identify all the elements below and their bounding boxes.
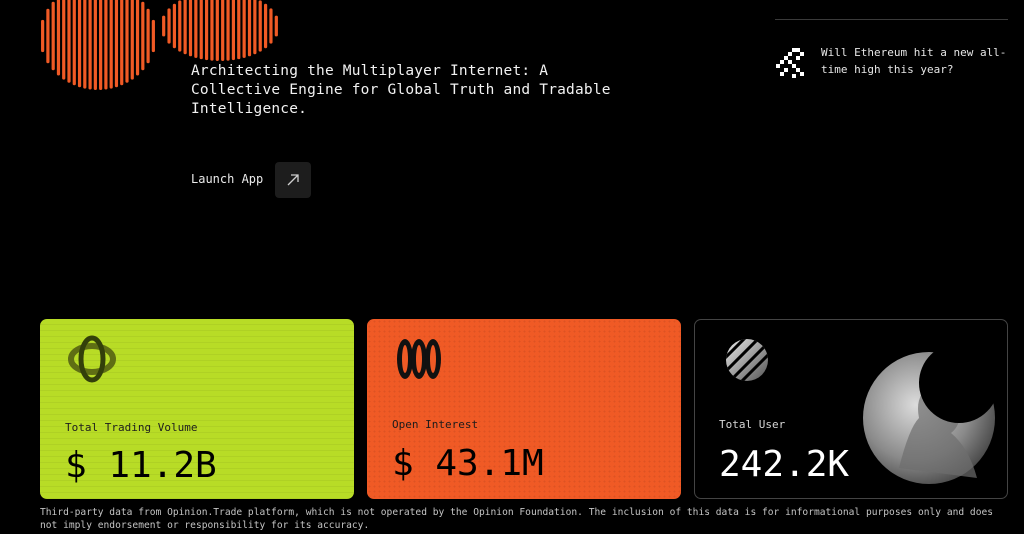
promo-divider [775,19,1008,20]
wave-bar [188,0,193,57]
triple-pill-icon [397,339,441,379]
wave-bar [151,19,155,53]
wave-bar [231,0,236,61]
portrait-image [863,343,999,484]
wave-bar [88,0,92,90]
wave-bar [83,0,87,89]
stat-card-total-user: Total User 242.2K [694,319,1008,499]
wave-bar [141,1,145,71]
wave-bar [67,0,71,83]
wave-bar [253,0,257,55]
wave-bar [167,8,171,44]
wave-bar [237,0,241,60]
hero-title: Architecting the Multiplayer Internet: A… [191,63,611,117]
wave-bar [77,0,82,88]
wave-bar [46,8,50,64]
wave-bar [269,8,273,44]
wave-bar [41,19,45,53]
wave-bar [99,0,103,90]
orbit-ring-icon [68,335,116,383]
wave-bar [263,3,268,49]
stat-card-open-interest: Open Interest $ 43.1M [367,319,681,499]
wave-bar [194,0,198,58]
launch-app-button[interactable] [275,162,311,198]
wave-bar [72,0,76,86]
wave-bar [104,0,108,90]
wave-bar [204,0,209,61]
wave-bar [226,0,230,61]
launch-app-link[interactable]: Launch App [191,172,263,186]
wave-bar [274,15,278,37]
wave-bar [242,0,246,58]
wave-bar [258,0,262,52]
wave-bar [172,3,177,49]
stat-label: Total Trading Volume [65,421,198,434]
wave-bar [178,0,182,52]
arrow-up-right-icon [287,174,299,186]
wave-bar [221,0,225,61]
wave-bar [120,0,124,86]
wave-bar [114,0,119,88]
wave-bar [56,0,61,76]
wave-bar [183,0,187,55]
wave-bar [135,0,140,76]
wave-bar [210,0,214,61]
wave-bar [146,8,150,64]
stat-value: $ 43.1M [392,443,544,484]
wave-bar [162,15,166,37]
striped-sphere-icon [726,339,768,381]
wave-bar [51,1,55,71]
wave-bar [215,0,219,61]
wave-bar [109,0,113,89]
wave-bar [199,0,203,60]
stat-label: Total User [719,418,786,431]
stat-card-trading-volume: Total Trading Volume $ 11.2B [40,319,354,499]
wave-bar [247,0,252,57]
wave-bar [130,0,134,80]
wave-bar [62,0,66,80]
wave-bar [93,0,97,90]
stat-label: Open Interest [392,418,479,431]
pixel-arrow-icon[interactable] [774,46,808,80]
data-disclaimer: Third-party data from Opinion.Trade plat… [40,507,994,531]
wave-bar [125,0,129,83]
promo-question[interactable]: Will Ethereum hit a new all-time high th… [821,44,1007,78]
stat-value: $ 11.2B [65,445,217,486]
stat-value: 242.2K [719,444,850,485]
